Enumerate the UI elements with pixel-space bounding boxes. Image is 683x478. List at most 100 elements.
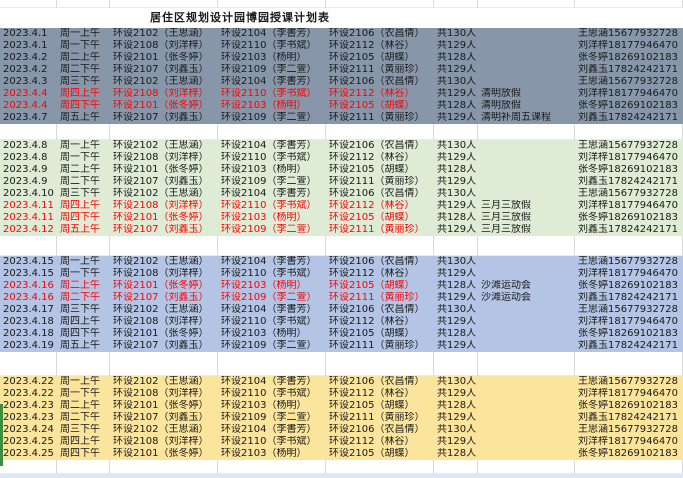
cell-contact[interactable]: 王思涵15677932728 [575,188,683,200]
cell-class3[interactable]: 环设2112（林谷） [326,316,434,328]
cell-class3[interactable]: 环设2105（胡蝶） [326,328,434,340]
cell-class3[interactable]: 环设2105（胡蝶） [326,448,434,460]
cell-class2[interactable]: 环设2110（李书斌） [218,40,326,52]
cell-class1[interactable]: 环设2107（刘鑫玉） [110,112,218,124]
cell-class1[interactable]: 环设2108（刘洋梓） [110,200,218,212]
cell-class3[interactable]: 环设2111（黄丽珍） [326,64,434,76]
cell-date[interactable]: 2023.4.22 [0,388,57,400]
cell-date[interactable]: 2023.4.7 [0,112,57,124]
cell-contact[interactable]: 刘洋梓18177946470 [575,268,683,280]
cell-class3[interactable]: 环设2106（农昌倩） [326,256,434,268]
cell-class3[interactable]: 环设2112（林谷） [326,200,434,212]
cell-date[interactable]: 2023.4.4 [0,100,57,112]
cell-note[interactable] [478,304,575,316]
cell-class1[interactable]: 环设2107（刘鑫玉） [110,292,218,304]
cell-date[interactable]: 2023.4.22 [0,376,57,388]
cell-note[interactable] [478,28,575,40]
cell-note[interactable]: 三月三放假 [478,200,575,212]
cell-class1[interactable]: 环设2108（刘洋梓） [110,152,218,164]
cell-note[interactable] [478,412,575,424]
cell-class1[interactable]: 环设2101（张冬婷） [110,164,218,176]
cell-count[interactable]: 共128人 [434,448,478,460]
cell-count[interactable]: 共130人 [434,140,478,152]
cell-note[interactable] [478,268,575,280]
cell-note[interactable] [478,448,575,460]
cell-date[interactable]: 2023.4.9 [0,176,57,188]
cell-note[interactable] [478,188,575,200]
cell-contact[interactable]: 刘鑫玉17824242171 [575,292,683,304]
cell-class1[interactable]: 环设2102（王思涵） [110,140,218,152]
cell-contact[interactable]: 王思涵15677932728 [575,256,683,268]
cell-note[interactable] [478,436,575,448]
cell-class1[interactable]: 环设2107（刘鑫玉） [110,224,218,236]
cell-class3[interactable]: 环设2111（黄丽珍） [326,224,434,236]
cell-class2[interactable]: 环设2110（李书斌） [218,152,326,164]
cell-contact[interactable]: 张冬婷18269102183 [575,448,683,460]
cell-day[interactable]: 周四下午 [57,212,110,224]
cell-contact[interactable]: 刘鑫玉17824242171 [575,412,683,424]
cell-note[interactable] [478,256,575,268]
cell-class3[interactable]: 环设2106（农昌倩） [326,28,434,40]
cell-date[interactable]: 2023.4.23 [0,412,57,424]
cell-day[interactable]: 周一上午 [57,140,110,152]
cell-date[interactable]: 2023.4.1 [0,40,57,52]
cell-date[interactable]: 2023.4.18 [0,316,57,328]
cell-contact[interactable]: 刘洋梓18177946470 [575,152,683,164]
cell-class2[interactable]: 环设2109（李二萱） [218,176,326,188]
cell-day[interactable]: 周五上午 [57,112,110,124]
cell-class2[interactable]: 环设2103（杨明） [218,100,326,112]
cell-class2[interactable]: 环设2104（李書芳） [218,304,326,316]
cell-day[interactable]: 周一下午 [57,40,110,52]
cell-count[interactable]: 共129人 [434,436,478,448]
cell-class1[interactable]: 环设2102（王思涵） [110,256,218,268]
cell-contact[interactable]: 王思涵15677932728 [575,424,683,436]
cell-note[interactable] [478,340,575,352]
cell-contact[interactable]: 刘鑫玉17824242171 [575,224,683,236]
cell-class3[interactable]: 环设2112（林谷） [326,436,434,448]
cell-contact[interactable]: 刘洋梓18177946470 [575,88,683,100]
cell-class3[interactable]: 环设2106（农昌倩） [326,304,434,316]
cell-class3[interactable]: 环设2111（黄丽珍） [326,292,434,304]
cell-day[interactable]: 周四上午 [57,200,110,212]
cell-class1[interactable]: 环设2108（刘洋梓） [110,316,218,328]
cell-class1[interactable]: 环设2102（王思涵） [110,188,218,200]
cell-date[interactable]: 2023.4.24 [0,424,57,436]
cell-day[interactable]: 周四下午 [57,448,110,460]
cell-note[interactable]: 清明补周五课程 [478,112,575,124]
cell-contact[interactable]: 张冬婷18269102183 [575,280,683,292]
cell-count[interactable]: 共130人 [434,256,478,268]
cell-contact[interactable]: 张冬婷18269102183 [575,212,683,224]
cell-class1[interactable]: 环设2101（张冬婷） [110,100,218,112]
cell-date[interactable]: 2023.4.8 [0,140,57,152]
cell-class2[interactable]: 环设2103（杨明） [218,400,326,412]
cell-day[interactable]: 周二下午 [57,176,110,188]
cell-class3[interactable]: 环设2106（农昌倩） [326,376,434,388]
cell-date[interactable]: 2023.4.23 [0,400,57,412]
cell-class2[interactable]: 环设2104（李書芳） [218,256,326,268]
cell-contact[interactable]: 王思涵15677932728 [575,76,683,88]
cell-class3[interactable]: 环设2111（黄丽珍） [326,112,434,124]
cell-count[interactable]: 共128人 [434,280,478,292]
cell-class1[interactable]: 环设2107（刘鑫玉） [110,176,218,188]
cell-class3[interactable]: 环设2112（林谷） [326,152,434,164]
cell-class3[interactable]: 环设2105（胡蝶） [326,212,434,224]
cell-count[interactable]: 共129人 [434,152,478,164]
cell-day[interactable]: 周二下午 [57,64,110,76]
cell-count[interactable]: 共129人 [434,200,478,212]
cell-count[interactable]: 共129人 [434,340,478,352]
cell-class3[interactable]: 环设2105（胡蝶） [326,164,434,176]
cell-day[interactable]: 周二下午 [57,412,110,424]
cell-contact[interactable]: 王思涵15677932728 [575,28,683,40]
cell-day[interactable]: 周四下午 [57,328,110,340]
cell-note[interactable] [478,76,575,88]
cell-class2[interactable]: 环设2103（杨明） [218,212,326,224]
cell-class2[interactable]: 环设2109（李二萱） [218,224,326,236]
cell-count[interactable]: 共128人 [434,212,478,224]
cell-note[interactable] [478,52,575,64]
cell-date[interactable]: 2023.4.17 [0,304,57,316]
cell-date[interactable]: 2023.4.12 [0,224,57,236]
cell-count[interactable]: 共128人 [434,400,478,412]
cell-class3[interactable]: 环设2106（农昌倩） [326,76,434,88]
cell-date[interactable]: 2023.4.25 [0,448,57,460]
cell-note[interactable] [478,376,575,388]
